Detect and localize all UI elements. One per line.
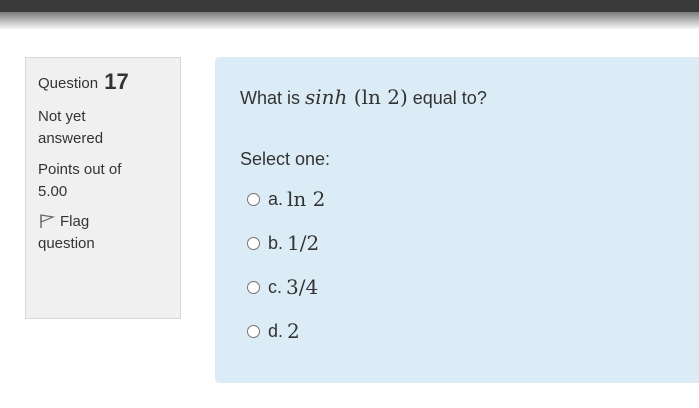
answer-option-b[interactable]: b. 1/2 — [247, 221, 325, 265]
question-state: Not yet answered — [38, 106, 168, 150]
radio-button[interactable] — [247, 280, 260, 294]
answer-value: 2 — [287, 319, 300, 343]
question-info-panel: Question 17 Not yet answered Points out … — [25, 57, 181, 319]
question-number: Question 17 — [38, 70, 168, 95]
question-content-panel: What is sinh (ln 2) equal to? Select one… — [215, 57, 699, 383]
grade-line-1: Points out of — [38, 161, 122, 178]
flag-icon — [38, 213, 56, 229]
answer-value: ln 2 — [287, 187, 326, 211]
answer-value: 1/2 — [287, 231, 320, 255]
question-label: Question — [38, 75, 99, 92]
answer-option-a[interactable]: a. ln 2 — [247, 177, 325, 221]
question-number-value: 17 — [104, 69, 129, 94]
state-line-1: Not yet — [38, 108, 86, 125]
flag-line-1: Flag — [60, 213, 90, 230]
answer-list: a. ln 2 b. 1/2 c. 3/4 d. 2 — [247, 177, 325, 353]
answer-letter: d. — [268, 320, 284, 341]
answer-value: 3/4 — [286, 275, 319, 299]
answer-letter: b. — [268, 232, 284, 253]
question-grade: Points out of 5.00 — [38, 159, 168, 203]
top-navbar — [0, 0, 699, 12]
question-text: What is sinh (ln 2) equal to? — [240, 85, 487, 109]
radio-button[interactable] — [247, 236, 260, 250]
answer-letter: c. — [268, 276, 283, 297]
radio-button[interactable] — [247, 192, 260, 206]
grade-line-2: 5.00 — [38, 183, 68, 200]
answer-option-d[interactable]: d. 2 — [247, 309, 325, 353]
question-function: sinh — [305, 85, 348, 109]
question-math: sinh (ln 2) — [305, 85, 408, 109]
flag-line-2: question — [38, 235, 95, 252]
flag-question-link[interactable]: Flag question — [38, 211, 168, 255]
navbar-shadow — [0, 12, 699, 30]
answer-letter: a. — [268, 188, 284, 209]
answer-option-c[interactable]: c. 3/4 — [247, 265, 325, 309]
radio-button[interactable] — [247, 324, 260, 338]
question-argument: (ln 2) — [353, 85, 408, 109]
answer-prompt: Select one: — [240, 149, 331, 169]
state-line-2: answered — [38, 130, 104, 147]
question-prefix: What is — [240, 88, 306, 108]
question-suffix: equal to? — [407, 88, 487, 108]
